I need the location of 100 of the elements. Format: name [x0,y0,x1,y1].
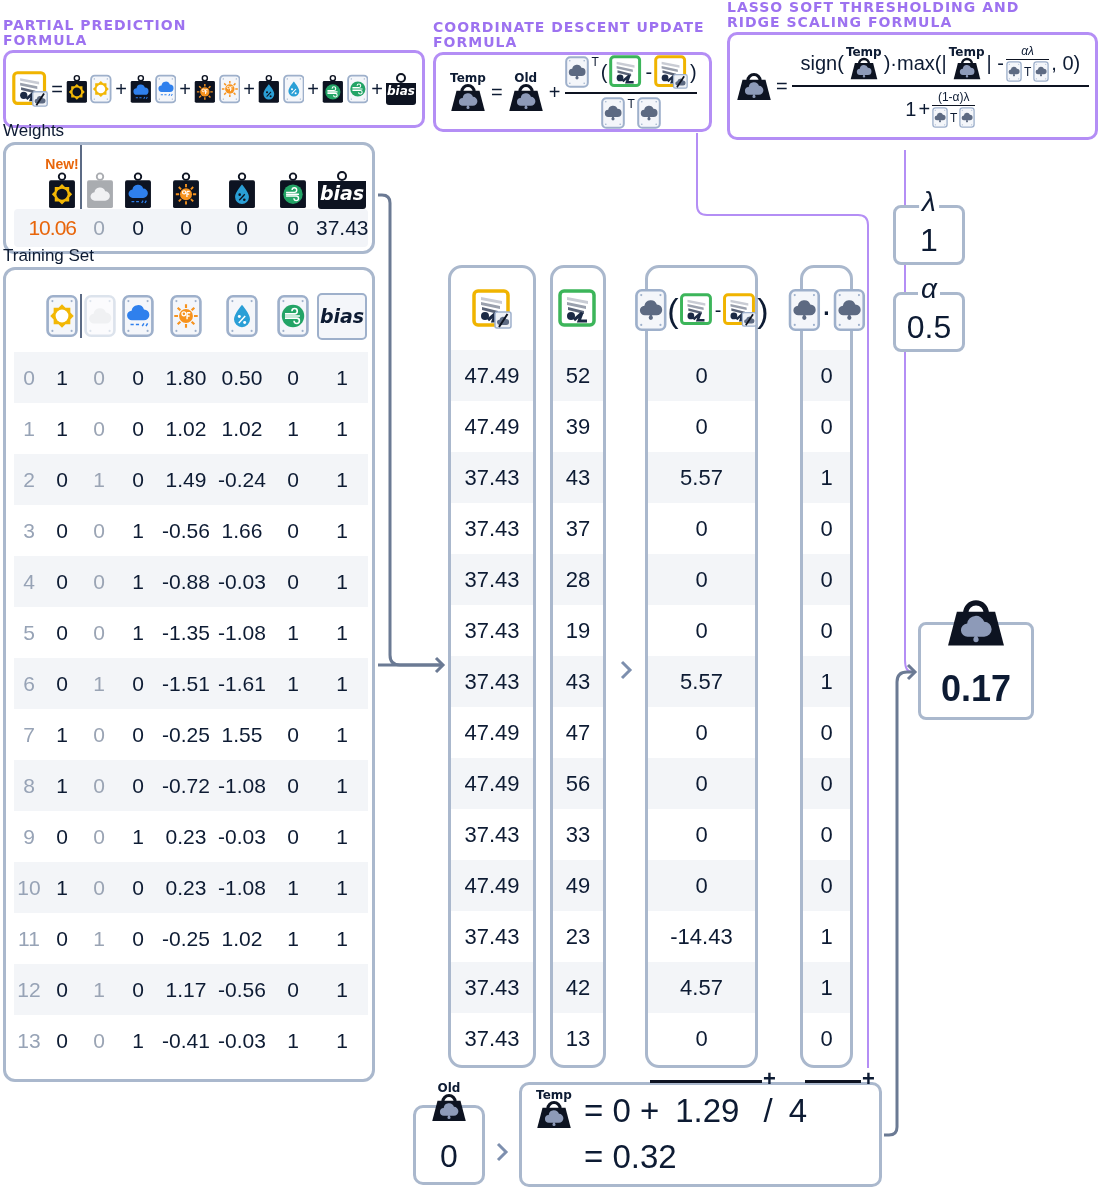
table-cell-text: 0 [55,824,69,849]
table-cell-text: 0 [131,977,145,1002]
table-cell-text: 0 [819,718,834,747]
table-cell-text: 47.49 [463,718,521,747]
plus-sign: + [371,79,383,99]
table-cell: 37.43 [451,452,533,503]
cloud-card-icon [932,107,949,128]
bias-card-icon: bias [316,292,368,340]
bias-weight-icon: bias [385,73,416,105]
model-card-icon [472,289,512,329]
row-index: 6 [22,671,36,696]
table-cell-text: 0 [694,718,709,747]
table-cell-text: 0 [92,824,106,849]
table-cell-text: 0 [819,412,834,441]
old-weight-value: 0 [440,1140,458,1172]
formula-text: )·max(| [883,53,947,73]
plus-sign: + [115,79,127,99]
table-cell-text: -1.08 [217,620,267,645]
model-card-icon [654,55,689,89]
table-cell-text: 0 [55,620,69,645]
parameter-value: 0.5 [906,311,952,343]
chevron-icon [495,1140,509,1164]
table-cell: 0 [803,860,850,911]
model-card-icon [12,69,49,109]
table-cell-text: 0 [92,569,106,594]
table-cell: 1 [803,656,850,707]
table-cell-text: 1 [55,773,69,798]
parenthesis: ( [600,62,608,82]
table-cell-text: 1 [286,671,300,696]
table-cell: 49 [553,860,603,911]
table-cell: 1 [803,962,850,1013]
table-cell-text: 1 [55,875,69,900]
table-cell-text: 1.66 [220,518,264,543]
table-cell-text: 0 [131,467,145,492]
table-cell: 42 [553,962,603,1013]
table-cell-text: 1 [92,671,106,696]
parenthesis: ) [757,293,769,327]
table-cell-text: 1 [131,569,145,594]
table-cell-text: 47 [564,718,592,747]
table-cell-text: 0 [55,569,69,594]
water-drop-card-icon [282,73,305,105]
table-cell: 0 [648,758,755,809]
table-cell-text: 1 [335,518,349,543]
table-cell-text: 0 [286,824,300,849]
table-cell-text: 0 [286,518,300,543]
table-cell-text: 1 [335,365,349,390]
table-cell-text: 1 [335,773,349,798]
rain-cloud-card-icon [154,73,177,105]
table-cell-text: 1 [335,824,349,849]
equals-sign: = [51,79,63,99]
table-cell: 43 [553,656,603,707]
kettlebell-label: Old [514,72,538,84]
row-index: 4 [22,569,36,594]
table-cell: 5.57 [648,452,755,503]
plus-sign: + [548,82,561,102]
formula-text: sign( [800,53,844,73]
table-cell-text: 37.43 [463,820,521,849]
table-cell-text: 1 [335,926,349,951]
table-cell-text: -0.25 [161,722,211,747]
rain-cloud-weight-icon [129,73,152,105]
table-cell-text: 1 [335,467,349,492]
new-label: New! [45,156,79,172]
table-cell-text: 1.55 [220,722,264,747]
sun-weight-icon [65,73,88,105]
formula-title: PARTIAL PREDICTION FORMULA [3,18,188,48]
table-cell-text: 1 [335,875,349,900]
wind-card-icon [346,73,369,105]
water-drop-weight-icon [257,73,280,105]
row-index: 8 [22,773,36,798]
table-cell-text: -0.88 [161,569,211,594]
table-cell-text: 0 [92,365,106,390]
weight-value: 0 [131,216,145,240]
row-index: 7 [22,722,36,747]
minus-sign: - [714,300,722,320]
result-value: 0.17 [940,671,1012,707]
table-cell: 1 [803,452,850,503]
table-cell-text: 1.02 [220,416,264,441]
table-cell: 0 [803,350,850,401]
row-index: 1 [22,416,36,441]
transpose-mark: T [950,110,958,125]
table-cell-text: 0 [286,365,300,390]
table-cell-text: 1 [335,722,349,747]
table-cell-text: 0 [819,514,834,543]
sun-card-icon [90,73,113,105]
hot-sun-card-icon [218,73,241,105]
table-cell-text: -1.08 [217,773,267,798]
table-cell-text: 1 [55,365,69,390]
cloud-card-icon [959,107,976,128]
section-title: Weights [3,121,66,141]
fraction-numerator: (1-α)λ [937,90,970,104]
table-cell-text: 0 [55,671,69,696]
table-cell: 56 [553,758,603,809]
table-cell-text: -0.24 [217,467,267,492]
table-cell-text: 0 [694,820,709,849]
table-cell-text: 0 [131,773,145,798]
table-cell-text: -1.61 [217,671,267,696]
formula-text: 1 [905,99,917,119]
table-cell-text: 0.23 [164,875,208,900]
equals-sign: = [491,82,503,102]
expression-term: 1.29 [675,1091,740,1131]
